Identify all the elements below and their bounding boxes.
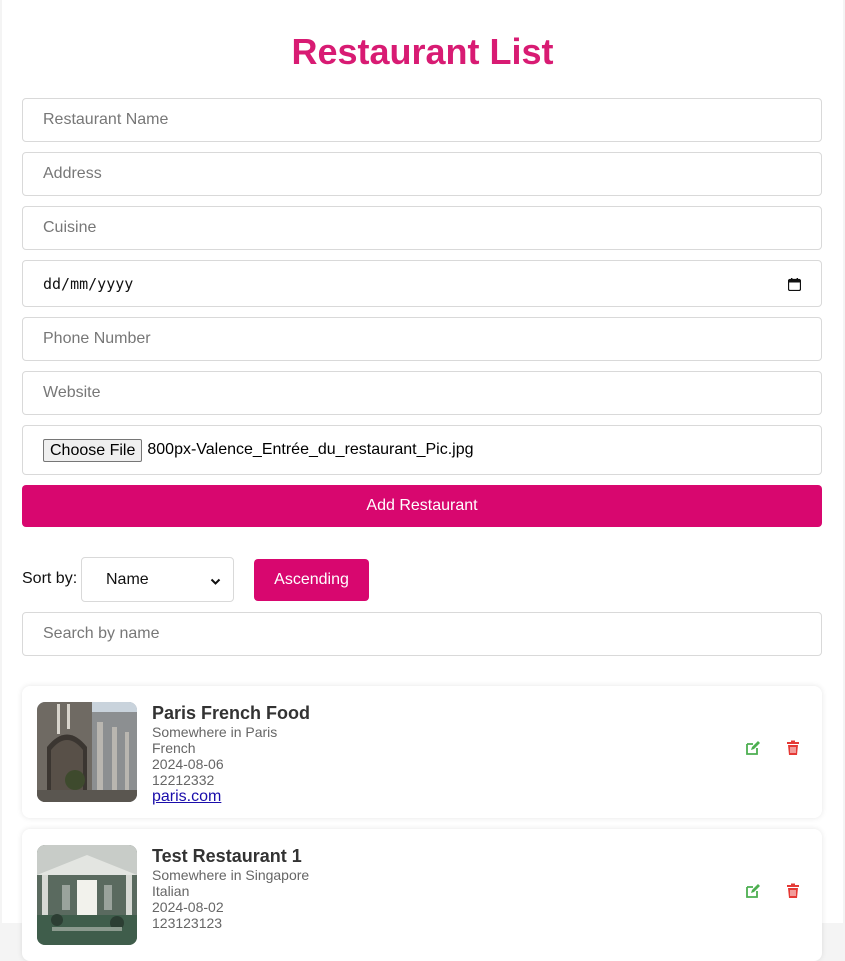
- sort-order-button[interactable]: Ascending: [254, 559, 369, 601]
- chevron-down-icon: [210, 574, 221, 592]
- file-input: Choose File 800px-Valence_Entrée_du_rest…: [22, 425, 822, 475]
- restaurant-name: Test Restaurant 1: [152, 846, 302, 866]
- sort-select[interactable]: Name: [81, 557, 234, 602]
- restaurant-cuisine: French: [152, 740, 196, 756]
- edit-icon[interactable]: [745, 740, 761, 756]
- restaurant-info: Paris French Food Somewhere in Paris Fre…: [152, 702, 310, 806]
- date-input[interactable]: dd/mm/yyyy: [22, 260, 822, 307]
- cuisine-input[interactable]: [22, 206, 822, 250]
- file-name: 800px-Valence_Entrée_du_restaurant_Pic.j…: [147, 441, 474, 458]
- trash-icon[interactable]: [785, 883, 801, 899]
- address-input[interactable]: [22, 152, 822, 196]
- restaurant-date: 2024-08-06: [152, 756, 224, 772]
- calendar-icon[interactable]: [787, 277, 802, 292]
- restaurant-name-input[interactable]: [22, 98, 822, 142]
- restaurant-info: Test Restaurant 1 Somewhere in Singapore…: [152, 845, 309, 931]
- restaurant-address: Somewhere in Paris: [152, 724, 278, 740]
- restaurant-date: 2024-08-02: [152, 899, 224, 915]
- phone-input[interactable]: [22, 317, 822, 361]
- add-restaurant-button[interactable]: Add Restaurant: [22, 485, 822, 527]
- restaurant-address: Somewhere in Singapore: [152, 867, 310, 883]
- restaurant-image: [37, 702, 137, 802]
- edit-icon[interactable]: [745, 883, 761, 899]
- sort-value: Name: [106, 570, 149, 588]
- restaurant-cuisine: Italian: [152, 883, 190, 899]
- restaurant-image: [37, 845, 137, 945]
- restaurant-phone: 12212332: [152, 772, 215, 788]
- choose-file-button[interactable]: Choose File: [43, 438, 143, 462]
- date-placeholder: dd/mm/yyyy: [43, 274, 134, 293]
- page-title: Restaurant List: [291, 31, 554, 72]
- page: Restaurant List dd/mm/yyyy Choose File 8…: [2, 0, 843, 961]
- website-input[interactable]: [22, 371, 822, 415]
- restaurant-card: Test Restaurant 1 Somewhere in Singapore…: [22, 829, 822, 961]
- restaurant-name: Paris French Food: [152, 703, 311, 723]
- restaurant-website-link[interactable]: paris.com: [152, 788, 310, 806]
- search-input[interactable]: [22, 612, 822, 656]
- restaurant-phone: 123123123: [152, 915, 223, 931]
- sort-label: Sort by:: [22, 570, 78, 587]
- trash-icon[interactable]: [785, 740, 801, 756]
- restaurant-card: Paris French Food Somewhere in Paris Fre…: [22, 686, 822, 818]
